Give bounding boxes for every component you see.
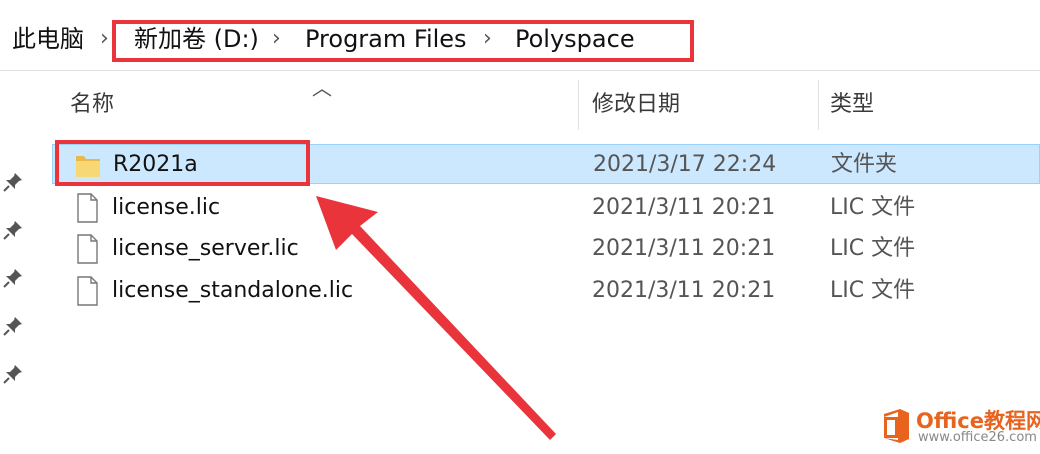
- file-explorer-window: 此电脑 › 新加卷 (D:) › Program Files › Polyspa…: [0, 0, 1040, 454]
- watermark: Office教程网 www.office26.com: [874, 405, 1040, 449]
- annotation-arrow: [316, 196, 556, 440]
- office-logo-icon: [884, 409, 909, 443]
- watermark-url: www.office26.com: [918, 430, 1037, 445]
